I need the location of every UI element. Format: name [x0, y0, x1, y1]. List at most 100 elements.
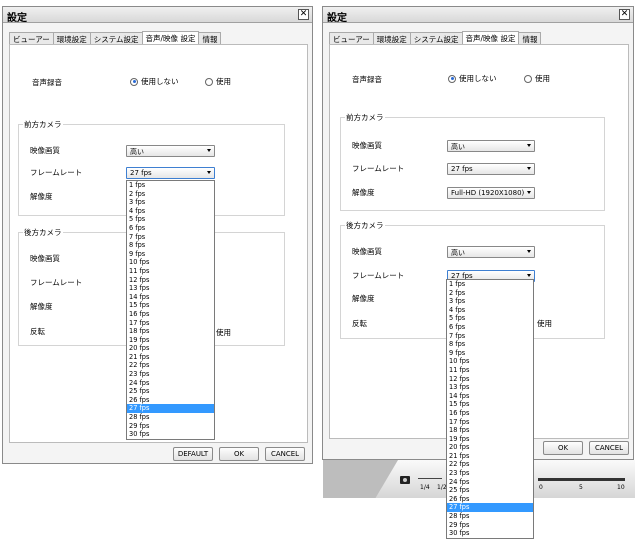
fps-option[interactable]: 11 fps: [447, 366, 533, 375]
audio-off-radio[interactable]: 使用しない: [130, 76, 179, 87]
window-title: 設定: [7, 13, 27, 24]
fps-option[interactable]: 14 fps: [447, 392, 533, 401]
fps-option[interactable]: 23 fps: [447, 469, 533, 478]
tab-system[interactable]: システム設定: [409, 32, 463, 44]
rear-flip-label: 反転: [30, 327, 45, 336]
fps-option[interactable]: 29 fps: [127, 422, 214, 431]
rear-flip-label: 反転: [352, 319, 367, 328]
volume-slider-track[interactable]: [538, 478, 625, 481]
fps-option[interactable]: 26 fps: [447, 495, 533, 504]
fps-option[interactable]: 1 fps: [447, 280, 533, 289]
fps-option[interactable]: 23 fps: [127, 370, 214, 379]
fps-option[interactable]: 11 fps: [127, 267, 214, 276]
fps-option[interactable]: 15 fps: [447, 400, 533, 409]
fps-option[interactable]: 21 fps: [127, 353, 214, 362]
fps-option[interactable]: 6 fps: [447, 323, 533, 332]
close-icon[interactable]: ✕: [298, 9, 309, 20]
fps-option[interactable]: 12 fps: [447, 375, 533, 384]
fps-option[interactable]: 13 fps: [127, 284, 214, 293]
fps-option[interactable]: 13 fps: [447, 383, 533, 392]
tab-environment[interactable]: 環境設定: [372, 32, 411, 44]
fps-option[interactable]: 10 fps: [447, 357, 533, 366]
default-button[interactable]: DEFAULT: [173, 447, 213, 461]
front-resolution-select[interactable]: Full-HD (1920X1080): [447, 187, 535, 199]
fps-option[interactable]: 24 fps: [447, 478, 533, 487]
fps-option[interactable]: 3 fps: [447, 297, 533, 306]
tab-audio-video[interactable]: 音声/映像 設定: [141, 31, 200, 44]
fps-option[interactable]: 16 fps: [447, 409, 533, 418]
tab-bar: ビューアー 環境設定 システム設定 音声/映像 設定 情報: [9, 31, 222, 44]
rear-camera-title: 後方カメラ: [23, 227, 63, 238]
fps-option[interactable]: 28 fps: [447, 512, 533, 521]
ok-button[interactable]: OK: [219, 447, 259, 461]
fps-option[interactable]: 9 fps: [127, 250, 214, 259]
fps-option[interactable]: 3 fps: [127, 198, 214, 207]
fps-option[interactable]: 6 fps: [127, 224, 214, 233]
fps-option[interactable]: 15 fps: [127, 301, 214, 310]
fps-option[interactable]: 26 fps: [127, 396, 214, 405]
fps-option[interactable]: 22 fps: [127, 361, 214, 370]
tab-environment[interactable]: 環境設定: [52, 32, 91, 44]
fps-option[interactable]: 19 fps: [127, 336, 214, 345]
fps-option[interactable]: 27 fps: [447, 503, 533, 513]
fps-option[interactable]: 30 fps: [127, 430, 214, 439]
front-fps-select[interactable]: 27 fps: [126, 167, 215, 179]
fps-option[interactable]: 2 fps: [127, 190, 214, 199]
fps-option[interactable]: 12 fps: [127, 276, 214, 285]
fps-option[interactable]: 24 fps: [127, 379, 214, 388]
fps-option[interactable]: 17 fps: [447, 418, 533, 427]
tab-info[interactable]: 情報: [518, 32, 542, 44]
front-fps-select[interactable]: 27 fps: [447, 163, 535, 175]
tab-audio-video[interactable]: 音声/映像 設定: [461, 31, 520, 44]
fps-option[interactable]: 21 fps: [447, 452, 533, 461]
tab-viewer[interactable]: ビューアー: [329, 32, 374, 44]
tab-system[interactable]: システム設定: [89, 32, 143, 44]
fps-option[interactable]: 7 fps: [127, 233, 214, 242]
tab-info[interactable]: 情報: [198, 32, 222, 44]
audio-on-radio[interactable]: 使用: [205, 76, 231, 87]
fps-option[interactable]: 5 fps: [447, 314, 533, 323]
front-quality-select[interactable]: 高い: [126, 145, 215, 157]
fps-option[interactable]: 17 fps: [127, 319, 214, 328]
front-resolution-label: 解像度: [352, 188, 375, 197]
fps-option[interactable]: 20 fps: [447, 443, 533, 452]
fps-option[interactable]: 8 fps: [127, 241, 214, 250]
cancel-button[interactable]: CANCEL: [589, 441, 629, 455]
fps-option[interactable]: 1 fps: [127, 181, 214, 190]
fps-option[interactable]: 18 fps: [127, 327, 214, 336]
fps-option[interactable]: 19 fps: [447, 435, 533, 444]
speed-slider-track[interactable]: [418, 478, 442, 479]
fps-option[interactable]: 20 fps: [127, 344, 214, 353]
ok-button[interactable]: OK: [543, 441, 583, 455]
front-quality-select[interactable]: 高い: [447, 140, 535, 152]
audio-off-radio[interactable]: 使用しない: [448, 73, 497, 84]
fps-option[interactable]: 27 fps: [127, 404, 214, 414]
audio-on-radio[interactable]: 使用: [524, 73, 550, 84]
fps-option[interactable]: 9 fps: [447, 349, 533, 358]
fps-option[interactable]: 30 fps: [447, 529, 533, 538]
tab-viewer[interactable]: ビューアー: [9, 32, 54, 44]
audio-record-label: 音声録音: [32, 78, 62, 87]
fps-option[interactable]: 2 fps: [447, 289, 533, 298]
fps-option[interactable]: 18 fps: [447, 426, 533, 435]
fps-option[interactable]: 29 fps: [447, 521, 533, 530]
rear-quality-select[interactable]: 高い: [447, 246, 535, 258]
fps-option[interactable]: 10 fps: [127, 258, 214, 267]
close-icon[interactable]: ✕: [619, 9, 630, 20]
fps-option[interactable]: 8 fps: [447, 340, 533, 349]
camera-icon[interactable]: [400, 476, 410, 484]
chevron-down-icon: [207, 149, 211, 152]
fps-option[interactable]: 25 fps: [127, 387, 214, 396]
cancel-button[interactable]: CANCEL: [265, 447, 305, 461]
fps-option[interactable]: 22 fps: [447, 460, 533, 469]
speed-tick: 1/4: [420, 484, 430, 491]
fps-option[interactable]: 14 fps: [127, 293, 214, 302]
fps-option[interactable]: 4 fps: [127, 207, 214, 216]
fps-option[interactable]: 28 fps: [127, 413, 214, 422]
fps-option[interactable]: 16 fps: [127, 310, 214, 319]
fps-option[interactable]: 5 fps: [127, 215, 214, 224]
fps-option[interactable]: 4 fps: [447, 306, 533, 315]
fps-option[interactable]: 25 fps: [447, 486, 533, 495]
fps-option[interactable]: 7 fps: [447, 332, 533, 341]
title-bar: 設定 ✕: [323, 7, 633, 24]
